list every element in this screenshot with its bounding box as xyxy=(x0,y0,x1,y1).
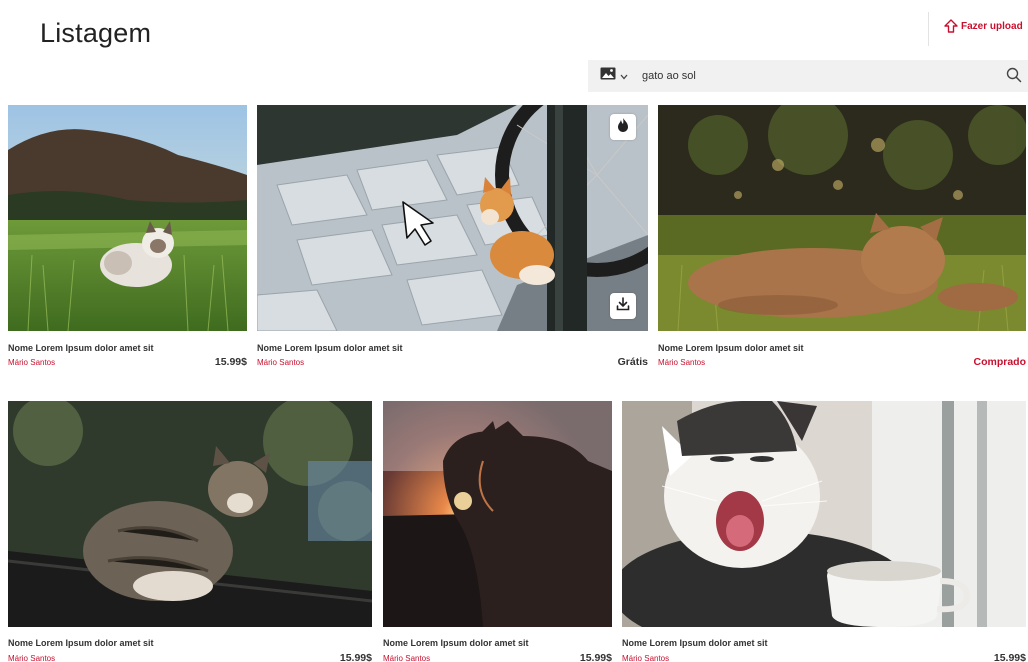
item-price: 15.99$ xyxy=(339,652,372,662)
item-author[interactable]: Mário Santos xyxy=(8,654,55,662)
image-card[interactable]: Nome Lorem Ipsum dolor amet sit Mário Sa… xyxy=(257,105,648,370)
image-card[interactable]: Nome Lorem Ipsum dolor amet sit Mário Sa… xyxy=(8,401,372,662)
item-author[interactable]: Mário Santos xyxy=(658,358,705,367)
upload-button[interactable]: Fazer upload xyxy=(944,19,1023,33)
card-image[interactable] xyxy=(658,105,1026,331)
search-bar xyxy=(588,60,1028,92)
item-author[interactable]: Mário Santos xyxy=(622,654,669,662)
card-image[interactable] xyxy=(257,105,648,331)
card-image[interactable] xyxy=(622,401,1026,627)
item-price: 15.99$ xyxy=(993,652,1026,662)
download-icon xyxy=(616,296,630,316)
item-price: Comprado xyxy=(973,356,1027,368)
item-name: Nome Lorem Ipsum dolor amet sit xyxy=(8,343,154,353)
flame-icon xyxy=(617,117,629,137)
download-button[interactable] xyxy=(610,293,636,319)
item-author[interactable]: Mário Santos xyxy=(383,654,430,662)
search-input[interactable] xyxy=(642,64,972,88)
search-type-dropdown[interactable] xyxy=(600,67,628,85)
item-price: 15.99$ xyxy=(579,652,612,662)
item-name: Nome Lorem Ipsum dolor amet sit xyxy=(658,343,804,353)
premium-button[interactable] xyxy=(610,114,636,140)
search-icon[interactable] xyxy=(1006,67,1022,88)
card-image[interactable] xyxy=(8,401,372,627)
item-author[interactable]: Mário Santos xyxy=(257,358,304,367)
item-price: Grátis xyxy=(617,356,648,368)
page-title: Listagem xyxy=(40,18,152,48)
item-name: Nome Lorem Ipsum dolor amet sit xyxy=(8,638,154,648)
item-author[interactable]: Mário Santos xyxy=(8,358,55,367)
image-card[interactable]: Nome Lorem Ipsum dolor amet sit Mário Sa… xyxy=(622,401,1026,662)
card-image[interactable] xyxy=(8,105,247,331)
image-card[interactable]: Nome Lorem Ipsum dolor amet sit Mário Sa… xyxy=(8,105,247,370)
item-price: 15.99$ xyxy=(214,356,247,368)
chevron-down-icon xyxy=(620,67,628,85)
upload-arrow-icon xyxy=(944,19,958,33)
card-image[interactable] xyxy=(383,401,612,627)
item-name: Nome Lorem Ipsum dolor amet sit xyxy=(383,638,529,648)
image-card[interactable]: Nome Lorem Ipsum dolor amet sit Mário Sa… xyxy=(658,105,1026,370)
item-name: Nome Lorem Ipsum dolor amet sit xyxy=(257,343,403,353)
item-name: Nome Lorem Ipsum dolor amet sit xyxy=(622,638,768,648)
upload-button-label: Fazer upload xyxy=(961,20,1023,32)
image-card[interactable]: Nome Lorem Ipsum dolor amet sit Mário Sa… xyxy=(383,401,612,662)
image-icon xyxy=(600,67,616,85)
header-divider xyxy=(928,12,929,46)
